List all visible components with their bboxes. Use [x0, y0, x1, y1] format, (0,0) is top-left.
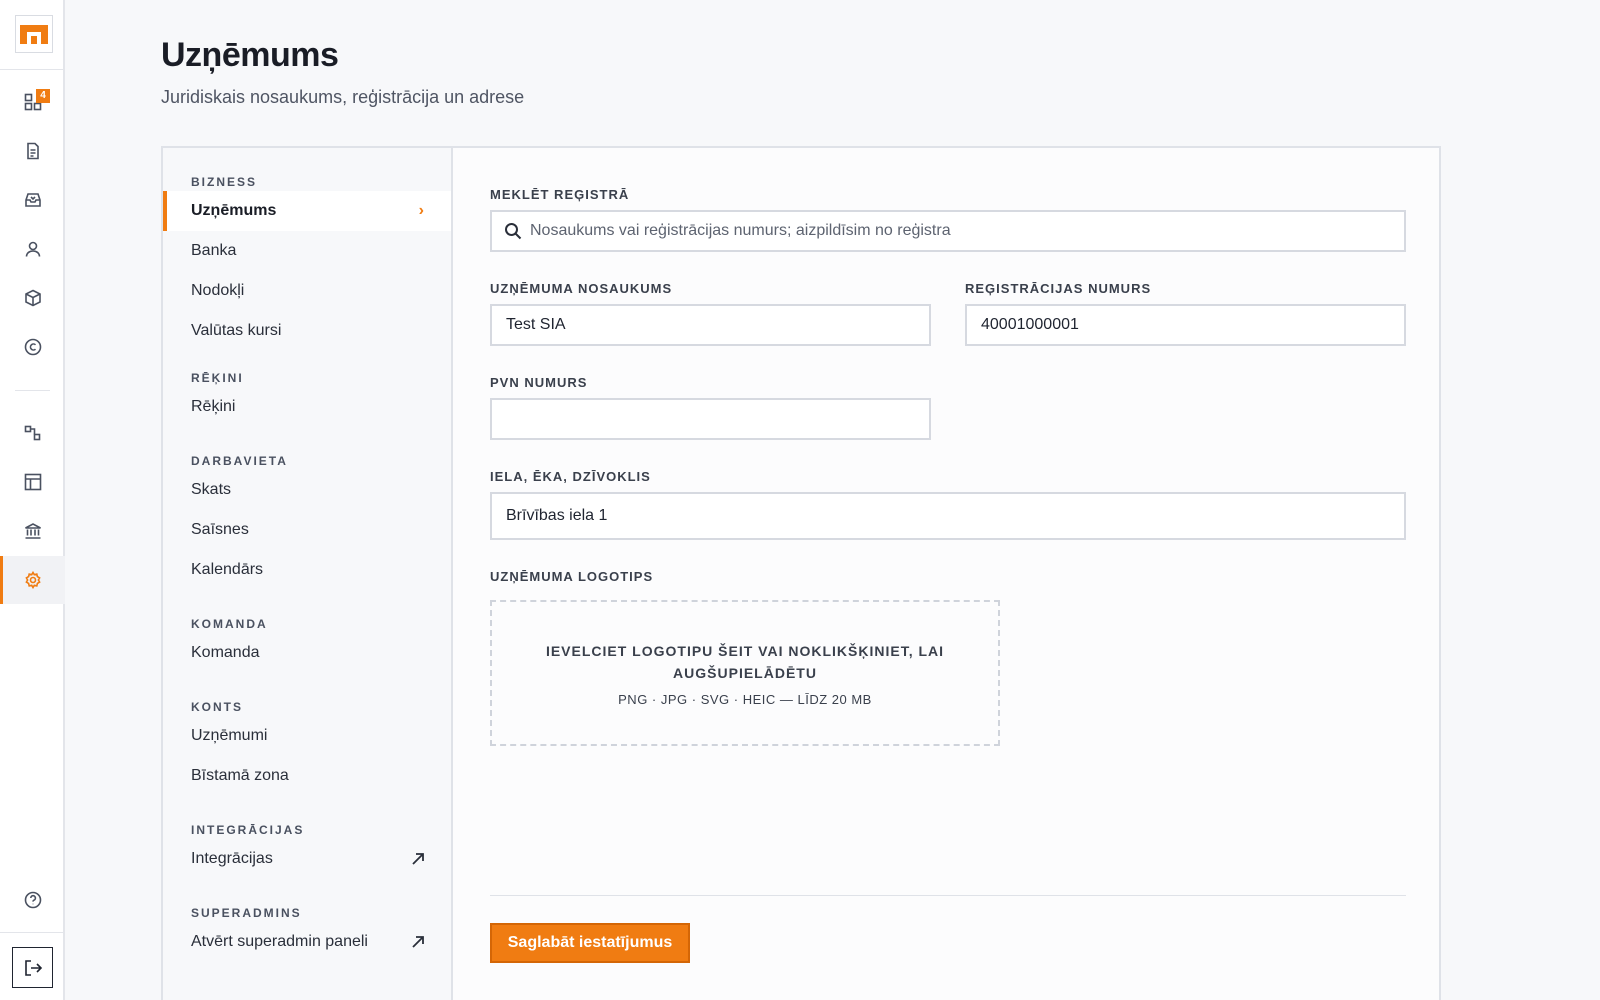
vat-number-label: PVN NUMURS [490, 375, 588, 390]
inbox-icon [24, 193, 41, 207]
chevron-right-icon: › [418, 202, 424, 219]
rail-dashboard[interactable]: 4 [0, 78, 65, 126]
flow-icon [24, 425, 40, 441]
box-icon [24, 289, 41, 307]
rail-contacts[interactable] [0, 225, 65, 273]
nav-item-label: Valūtas kursi [191, 322, 282, 339]
nav-item-label: Skats [191, 481, 232, 498]
nav-heading: SUPERADMINS [191, 906, 302, 920]
street-label: IELA, ĒKA, DZĪVOKLIS [490, 469, 651, 484]
rail-bank[interactable] [0, 507, 65, 555]
company-name-label: UZŅĒMUMA NOSAUKUMS [490, 281, 673, 296]
nav-section-workspace: DARBAVIETA Skats Saīsnes Kalendārs [163, 452, 451, 590]
search-placeholder: Nosaukums vai reģistrācijas numurs; aizp… [530, 222, 951, 239]
nav-heading: INTEGRĀCIJAS [191, 823, 305, 837]
rail-documents[interactable] [0, 127, 65, 175]
rail-divider [0, 932, 65, 933]
nav-item-label: Integrācijas [191, 850, 273, 867]
logout-icon [24, 959, 42, 976]
search-label: MEKLĒT REĢISTRĀ [490, 187, 630, 202]
nav-section-invoices: RĒĶINI Rēķini [163, 369, 451, 427]
external-link-icon [411, 935, 425, 949]
logout-button[interactable] [12, 947, 53, 988]
help-icon [24, 891, 41, 909]
notification-badge: 4 [36, 89, 50, 103]
rail-workflows[interactable] [0, 409, 65, 457]
reg-number-label: REĢISTRĀCIJAS NUMURS [965, 281, 1152, 296]
street-field[interactable]: Brīvības iela 1 [490, 492, 1406, 540]
logo-dropzone[interactable]: IEVELCIET LOGOTIPU ŠEIT VAI NOKLIKŠĶINIE… [490, 600, 1000, 746]
nav-item-invoices[interactable]: Rēķini [163, 387, 451, 427]
external-link-icon [411, 852, 425, 866]
layout-icon [24, 473, 41, 491]
dropzone-formats: PNG · JPG · SVG · HEIC — LĪDZ 20 MB [618, 692, 872, 707]
rail-divider [0, 69, 65, 70]
rail-divider [15, 390, 50, 391]
dropzone-text: IEVELCIET LOGOTIPU ŠEIT VAI NOKLIKŠĶINIE… [545, 643, 945, 681]
nav-section-team: KOMANDA Komanda [163, 615, 451, 673]
nav-item-team[interactable]: Komanda [163, 633, 451, 673]
nav-section-account: KONTS Uzņēmumi Bīstamā zona [163, 698, 451, 796]
nav-item-superadmin-panel[interactable]: Atvērt superadmin paneli [163, 922, 451, 962]
nav-item-exchange-rates[interactable]: Valūtas kursi [163, 311, 451, 351]
vat-number-field[interactable] [490, 398, 931, 440]
rail-currency[interactable] [0, 323, 65, 371]
nav-item-label: Nodokļi [191, 282, 245, 299]
company-form: MEKLĒT REĢISTRĀ Nosaukums vai reģistrāci… [453, 148, 1439, 1000]
nav-item-taxes[interactable]: Nodokļi [163, 271, 451, 311]
company-name-field[interactable]: Test SIA [490, 304, 931, 346]
rail-help[interactable] [0, 876, 65, 924]
reg-number-field[interactable]: 40001000001 [965, 304, 1406, 346]
nav-item-bank[interactable]: Banka [163, 231, 451, 271]
nav-section-integrations: INTEGRĀCIJAS Integrācijas [163, 821, 451, 879]
document-icon [26, 142, 39, 160]
nav-section-superadmin: SUPERADMINS Atvērt superadmin paneli [163, 904, 451, 962]
settings-card: BIZNESS Uzņēmums › Banka Nodokļi Valūtas… [161, 146, 1441, 1000]
bank-icon [24, 523, 41, 539]
nav-item-calendar[interactable]: Kalendārs [163, 550, 451, 590]
copyright-icon [24, 338, 41, 356]
settings-subnav: BIZNESS Uzņēmums › Banka Nodokļi Valūtas… [163, 148, 453, 1000]
app-logo[interactable] [15, 15, 53, 53]
nav-item-label: Atvērt superadmin paneli [191, 933, 368, 950]
search-icon [504, 222, 522, 240]
nav-item-danger-zone[interactable]: Bīstamā zona [163, 756, 451, 796]
nav-item-label: Kalendārs [191, 561, 264, 578]
nav-heading: KONTS [191, 700, 243, 714]
nav-item-view[interactable]: Skats [163, 470, 451, 510]
nav-heading: DARBAVIETA [191, 454, 288, 468]
nav-item-label: Uzņēmums [191, 202, 277, 219]
page-subtitle: Juridiskais nosaukums, reģistrācija un a… [161, 87, 525, 107]
icon-rail: 4 [0, 0, 65, 1000]
nav-item-label: Uzņēmumi [191, 727, 268, 744]
nav-item-integrations[interactable]: Integrācijas [163, 839, 451, 879]
gear-icon [24, 571, 41, 589]
rail-products[interactable] [0, 274, 65, 322]
nav-item-company[interactable]: Uzņēmums › [163, 191, 451, 231]
nav-item-label: Rēķini [191, 398, 236, 415]
nav-item-label: Banka [191, 242, 237, 259]
nav-heading: KOMANDA [191, 617, 268, 631]
rail-settings[interactable] [0, 556, 65, 604]
user-icon [25, 241, 40, 257]
rail-inbox[interactable] [0, 176, 65, 224]
nav-item-companies[interactable]: Uzņēmumi [163, 716, 451, 756]
nav-item-label: Bīstamā zona [191, 767, 289, 784]
save-settings-button[interactable]: Saglabāt iestatījumus [490, 923, 690, 963]
nav-item-label: Saīsnes [191, 521, 249, 538]
nav-item-label: Komanda [191, 644, 260, 661]
nav-heading: RĒĶINI [191, 371, 244, 385]
rail-layout[interactable] [0, 458, 65, 506]
nav-item-shortcuts[interactable]: Saīsnes [163, 510, 451, 550]
nav-heading: BIZNESS [191, 175, 258, 189]
logo-label: UZŅĒMUMA LOGOTIPS [490, 569, 654, 584]
registry-search-input[interactable]: Nosaukums vai reģistrācijas numurs; aizp… [490, 210, 1406, 252]
form-divider [490, 895, 1406, 896]
page-title: Uzņēmums [161, 36, 339, 74]
logo-icon [20, 25, 48, 44]
nav-section-business: BIZNESS Uzņēmums › Banka Nodokļi Valūtas… [163, 173, 451, 351]
